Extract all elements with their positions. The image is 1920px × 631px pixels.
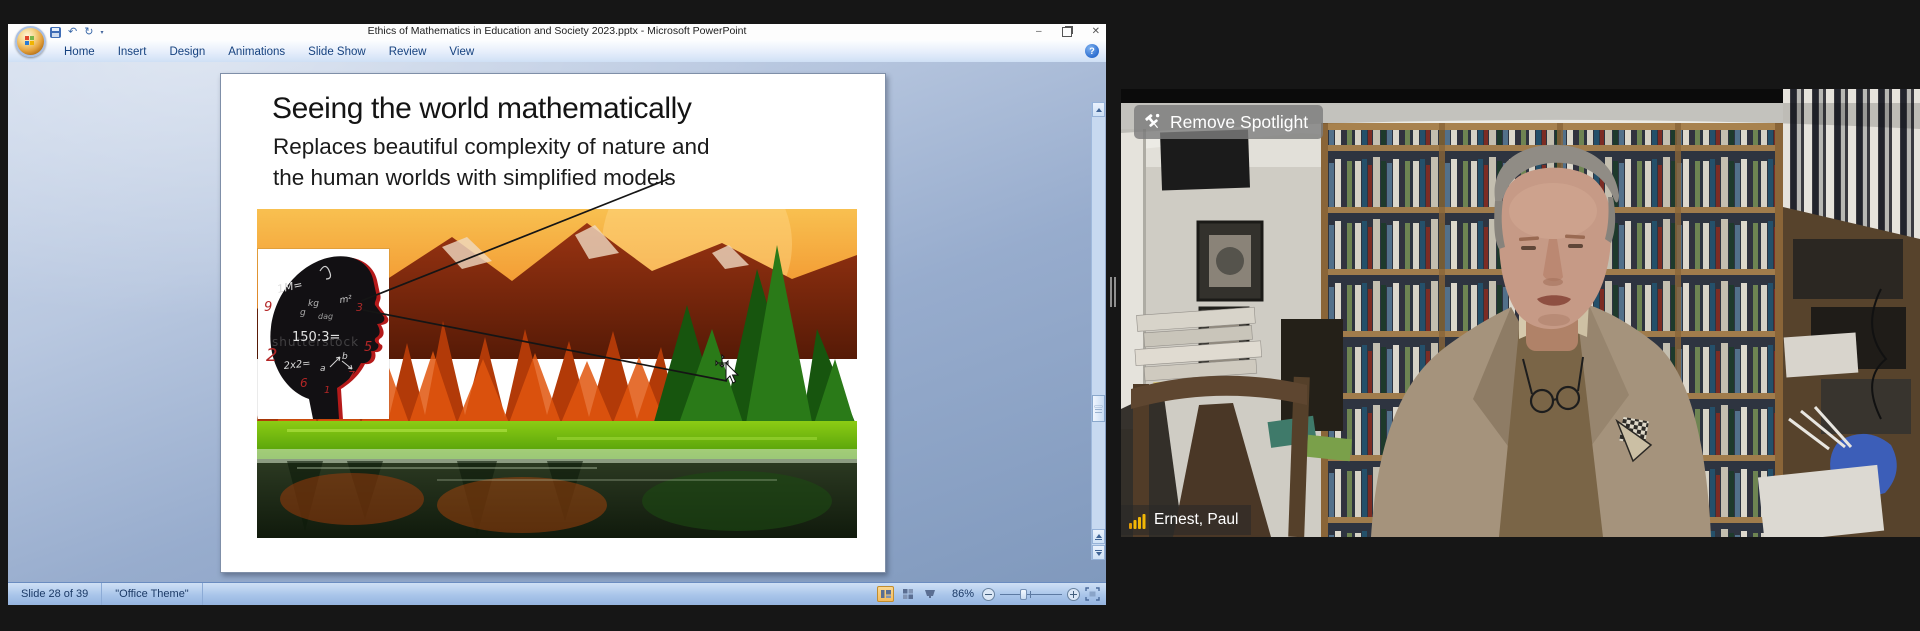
powerpoint-window: Ethics of Mathematics in Education and S… [8,24,1106,605]
normal-view-icon [880,588,892,600]
slide-show-icon [924,588,936,600]
landscape-image[interactable]: 1M= 9 kg m² 3 g dag shutterstock 150:3= [257,209,857,538]
tab-animations[interactable]: Animations [218,43,295,60]
redo-icon[interactable]: ↻ [84,27,93,38]
participant-name: Ernest, Paul [1154,511,1238,529]
svg-text:g: g [300,308,306,318]
slide-indicator: Slide 28 of 39 [8,583,102,605]
slide-title[interactable]: Seeing the world mathematically [272,92,691,126]
slide-subtitle[interactable]: Replaces beautiful complexity of nature … [273,131,710,193]
zoom-slider[interactable] [1000,588,1062,601]
zoom-out-button[interactable] [982,588,995,601]
svg-text:9: 9 [264,300,272,315]
up-arrow-icon [1096,108,1102,112]
quick-access-toolbar: ↶ ↻ ▾ [50,26,103,39]
tab-review[interactable]: Review [379,43,437,60]
ribbon-tab-bar: Home Insert Design Animations Slide Show… [8,40,1106,63]
window-title: Ethics of Mathematics in Education and S… [8,25,1106,37]
previous-slide-button[interactable] [1092,529,1105,544]
tab-insert[interactable]: Insert [108,43,157,60]
remove-spotlight-button[interactable]: Remove Spotlight [1134,105,1323,139]
split-divider-handle[interactable] [1110,277,1118,307]
undo-icon[interactable]: ↶ [68,27,77,38]
participant-name-tag: Ernest, Paul [1121,505,1251,535]
webcam-scene [1121,89,1920,537]
window-controls: – ✕ [1036,24,1100,40]
audio-signal-icon [1129,512,1146,529]
window-titlebar: Ethics of Mathematics in Education and S… [8,24,1106,40]
svg-text:dag: dag [318,312,333,321]
remove-spotlight-label: Remove Spotlight [1170,112,1308,133]
normal-view-button[interactable] [877,586,894,602]
zoom-slider-thumb[interactable] [1020,589,1027,600]
office-button[interactable] [15,26,46,57]
svg-text:b: b [342,352,348,362]
theme-name: "Office Theme" [102,583,202,605]
zoom-percentage[interactable]: 86% [946,588,974,600]
subtitle-line-2: the human worlds with simplified models [273,162,710,193]
help-button[interactable]: ? [1085,44,1099,58]
screen: Ethics of Mathematics in Education and S… [0,0,1920,631]
svg-text:150:3=: 150:3= [292,330,340,345]
close-button[interactable]: ✕ [1092,27,1100,37]
office-logo-icon [25,36,34,45]
slide-sorter-icon [902,588,914,600]
video-feed: Remove Spotlight Ernest, Paul [1121,89,1920,537]
minimize-button[interactable]: – [1036,27,1042,37]
tab-design[interactable]: Design [159,43,215,60]
restore-button[interactable] [1062,27,1072,37]
zoom-slider-tick [1030,591,1031,598]
svg-text:2: 2 [266,345,277,366]
zoom-slider-track [1000,594,1062,595]
scrollbar-thumb[interactable] [1092,395,1105,422]
scroll-up-button[interactable] [1092,102,1105,117]
svg-text:1: 1 [324,385,330,396]
fit-to-window-button[interactable] [1085,587,1100,601]
svg-text:6: 6 [300,376,308,390]
double-down-icon [1095,550,1102,556]
customize-toolbar-icon[interactable]: ▾ [100,30,103,36]
svg-text:m²: m² [339,294,353,306]
next-slide-button[interactable] [1092,545,1105,560]
svg-text:kg: kg [308,299,319,309]
save-icon[interactable] [50,27,61,38]
svg-text:a: a [320,364,326,374]
slide-sorter-view-button[interactable] [899,586,916,602]
pin-icon [1144,113,1161,131]
editing-area: Seeing the world mathematically Replaces… [8,62,1106,583]
tab-home[interactable]: Home [54,43,105,60]
head-silhouette-image[interactable]: 1M= 9 kg m² 3 g dag shutterstock 150:3= [258,249,389,419]
tab-slide-show[interactable]: Slide Show [298,43,376,60]
slide-canvas: Seeing the world mathematically Replaces… [220,73,886,573]
svg-text:7: 7 [348,369,355,382]
subtitle-line-1: Replaces beautiful complexity of nature … [273,131,710,162]
mouse-cursor [715,354,741,384]
vertical-scrollbar[interactable] [1091,102,1105,560]
slide-show-view-button[interactable] [921,586,938,602]
double-up-icon [1095,534,1102,540]
svg-text:5: 5 [364,340,372,355]
svg-text:3: 3 [356,301,363,314]
tab-view[interactable]: View [439,43,484,60]
head-silhouette-art: 1M= 9 kg m² 3 g dag shutterstock 150:3= [258,249,389,419]
status-bar: Slide 28 of 39 "Office Theme" [8,582,1106,605]
zoom-in-button[interactable] [1067,588,1080,601]
